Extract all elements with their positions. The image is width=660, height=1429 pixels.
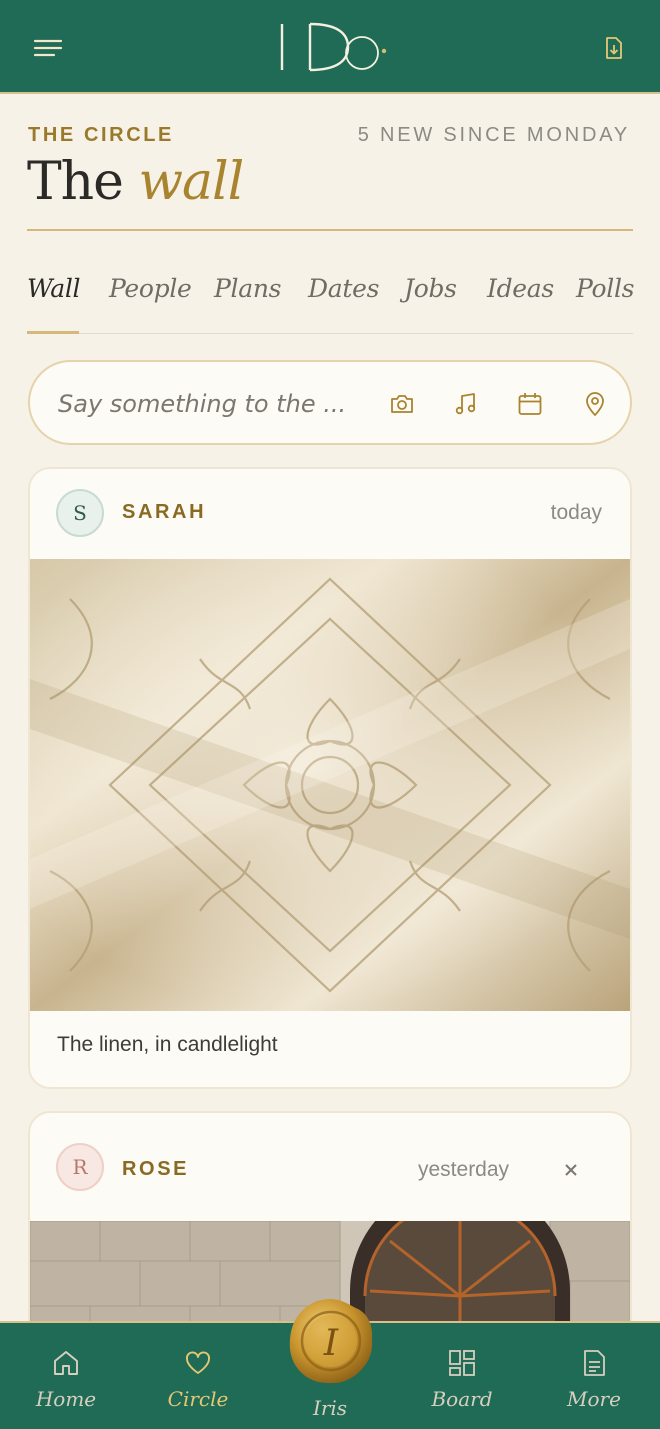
page-title-accent: wall	[138, 152, 244, 212]
post-timestamp: yesterday	[418, 1158, 510, 1181]
music-note-icon	[455, 393, 476, 415]
nav-more-label: More	[567, 1387, 621, 1411]
tab-plans[interactable]: Plans	[214, 274, 281, 303]
menu-button[interactable]	[30, 34, 66, 62]
post-timestamp: today	[550, 501, 602, 524]
camera-button[interactable]	[388, 390, 416, 418]
post-header: R ROSE yesterday	[30, 1113, 630, 1203]
document-icon	[584, 1350, 605, 1376]
camera-icon	[391, 395, 413, 413]
post-author[interactable]: ROSE	[122, 1158, 189, 1181]
tab-bar: Wall People Plans Dates Jobs Ideas Polls	[27, 274, 634, 334]
avatar[interactable]: R	[56, 1143, 104, 1191]
location-button[interactable]	[581, 390, 609, 418]
tab-people[interactable]: People	[109, 274, 192, 303]
tab-polls[interactable]: Polls	[576, 274, 634, 303]
new-posts-count: 5 NEW SINCE MONDAY	[357, 124, 630, 146]
location-pin-icon	[586, 392, 604, 416]
post-card: S SARAH today The linen, in candlelight	[28, 467, 632, 1089]
post-header: S SARAH today	[30, 469, 630, 559]
music-button[interactable]	[452, 390, 480, 418]
nav-circle-label: Circle	[167, 1387, 229, 1411]
nav-home[interactable]: Home	[22, 1323, 110, 1429]
heart-icon	[186, 1351, 210, 1374]
page-title: The wall	[27, 152, 244, 212]
close-icon	[565, 1164, 577, 1176]
avatar[interactable]: S	[56, 489, 104, 537]
page-title-plain: The	[27, 152, 124, 212]
home-icon	[54, 1351, 78, 1375]
tab-jobs[interactable]: Jobs	[404, 274, 457, 303]
calendar-button[interactable]	[516, 390, 544, 418]
post-image-damask[interactable]	[30, 559, 630, 1011]
wax-seal-icon: I	[289, 1299, 373, 1384]
iris-seal-letter: I	[323, 1323, 339, 1364]
active-tab-indicator	[27, 331, 79, 334]
tab-wall[interactable]: Wall	[27, 274, 81, 303]
tab-divider	[27, 333, 633, 334]
post-composer	[28, 360, 632, 445]
top-app-bar	[0, 0, 660, 94]
remove-post-button[interactable]	[558, 1157, 584, 1183]
iris-button[interactable]: I	[286, 1296, 376, 1386]
hamburger-icon	[33, 39, 63, 57]
grid-icon	[449, 1350, 475, 1376]
nav-more[interactable]: More	[550, 1323, 638, 1429]
nav-board[interactable]: Board	[414, 1323, 510, 1429]
composer-input[interactable]	[58, 386, 358, 422]
tab-dates[interactable]: Dates	[308, 274, 379, 303]
post-caption: The linen, in candlelight	[57, 1033, 278, 1056]
download-button[interactable]	[598, 34, 628, 62]
post-author[interactable]: SARAH	[122, 501, 206, 524]
calendar-icon	[518, 393, 542, 415]
app-logo	[270, 18, 394, 76]
tab-ideas[interactable]: Ideas	[487, 274, 554, 303]
file-download-icon	[606, 37, 622, 59]
title-divider	[27, 229, 633, 231]
nav-iris-label: Iris	[312, 1396, 348, 1420]
nav-circle[interactable]: Circle	[152, 1323, 244, 1429]
nav-home-label: Home	[35, 1387, 97, 1411]
nav-board-label: Board	[431, 1387, 493, 1411]
section-eyebrow: THE CIRCLE	[28, 124, 174, 146]
